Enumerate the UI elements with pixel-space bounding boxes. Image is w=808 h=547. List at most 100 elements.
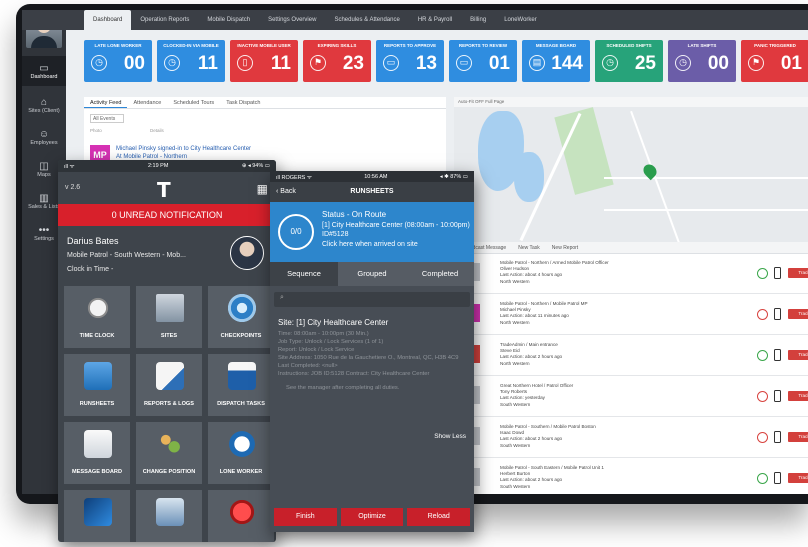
stat-tile-icon: ◷ xyxy=(91,55,107,71)
home-tile[interactable]: REPORTS & LOGS xyxy=(136,354,202,416)
home-tile[interactable]: MESSAGE BOARD xyxy=(64,422,130,484)
stat-tile-label: REPORTS TO REVIEW xyxy=(458,43,508,48)
stat-tile-value: 01 xyxy=(488,53,510,74)
phone-icon[interactable] xyxy=(774,267,781,279)
tab-loneworker[interactable]: LoneWorker xyxy=(495,17,546,23)
track-button[interactable]: Track xyxy=(788,432,808,442)
new-task-button[interactable]: New Task xyxy=(518,245,540,251)
clock-icon[interactable] xyxy=(757,473,768,484)
tab-schedules[interactable]: Schedules & Attendance xyxy=(325,17,408,23)
stat-tile-label: MESSAGE BOARD xyxy=(535,43,577,48)
show-less-link[interactable]: Show Less xyxy=(434,433,466,440)
arrived-link[interactable]: Click here when arrived on site xyxy=(322,241,418,248)
map-panel[interactable]: Auto-Fit OFF Full Page xyxy=(454,97,808,244)
clock-icon[interactable] xyxy=(757,268,768,279)
stat-tile[interactable]: MESSAGE BOARD ▤ 144 xyxy=(522,40,590,82)
table-row[interactable]: Mobile Patrol - Northern / Armed Mobile … xyxy=(454,256,808,294)
stat-tile-value: 25 xyxy=(634,53,656,74)
phone-icon[interactable] xyxy=(774,431,781,443)
home-tile[interactable] xyxy=(136,490,202,542)
unread-notification-banner[interactable]: 0 UNREAD NOTIFICATION xyxy=(58,204,276,226)
tab-task-dispatch[interactable]: Task Dispatch xyxy=(220,97,266,108)
feed-header: Photo Details xyxy=(90,128,164,133)
stat-tile[interactable]: EXPIRING SKILLS ⚑ 23 xyxy=(303,40,371,82)
home-tile[interactable] xyxy=(64,490,130,542)
track-button[interactable]: Track xyxy=(788,309,808,319)
table-row[interactable]: Mobile Patrol - Northern / Mobile Patrol… xyxy=(454,297,808,335)
tab-billing[interactable]: Billing xyxy=(461,17,495,23)
phone-icon[interactable] xyxy=(774,349,781,361)
search-input[interactable]: ⌕ xyxy=(274,292,470,307)
tab-settings-overview[interactable]: Settings Overview xyxy=(259,17,325,23)
stat-tile[interactable]: SCHEDULED SHIFTS ◷ 25 xyxy=(595,40,663,82)
home-tile[interactable]: TIME CLOCK xyxy=(64,286,130,348)
stat-tile-label: LATE LONE WORKER xyxy=(94,43,142,48)
table-row[interactable]: TradeAdmin / Main entrance Steve Eid Last … xyxy=(454,338,808,376)
track-button[interactable]: Track xyxy=(788,268,808,278)
phone-icon[interactable] xyxy=(774,308,781,320)
sidebar-item-dashboard[interactable]: ▭ Dashboard xyxy=(22,56,66,86)
mobile-app-runsheets: ıll ROGERS ᯤ 10:56 AM ◂ ✱ 87% ▭ ‹ Back RUN… xyxy=(270,171,474,532)
table-row[interactable]: Mobile Patrol - Southern / Mobile Patrol… xyxy=(454,420,808,458)
avatar xyxy=(230,236,264,270)
tab-operation-reports[interactable]: Operation Reports xyxy=(131,17,198,23)
tab-scheduled-tours[interactable]: Scheduled Tours xyxy=(167,97,220,108)
tab-hr-payroll[interactable]: HR & Payroll xyxy=(409,17,461,23)
finish-button[interactable]: Finish xyxy=(274,508,337,526)
qr-code-icon[interactable]: ▦ xyxy=(257,182,268,196)
optimize-button[interactable]: Optimize xyxy=(340,508,404,526)
clock-icon[interactable] xyxy=(757,350,768,361)
row-details: Mobile Patrol - Southern / Mobile Patrol… xyxy=(500,424,596,448)
clock-icon[interactable] xyxy=(757,391,768,402)
clock-icon[interactable] xyxy=(757,309,768,320)
home-tile[interactable]: CHECKPOINTS xyxy=(208,286,274,348)
route-status-banner[interactable]: 0/0 Status - On Route [1] City Healthcar… xyxy=(270,202,474,262)
site-details[interactable]: Site: [1] City Healthcare Center Time: 0… xyxy=(278,319,466,392)
home-tile-label: DISPATCH TASKS xyxy=(217,401,265,407)
track-button[interactable]: Track xyxy=(788,350,808,360)
stat-tile[interactable]: INACTIVE MOBILE USER ▯ 11 xyxy=(230,40,298,82)
track-button[interactable]: Track xyxy=(788,473,808,483)
sidebar-item-sites[interactable]: ⌂ Sites (Client) xyxy=(22,90,66,120)
table-row[interactable]: Great Northern Hotel / Patrol Officer Ton… xyxy=(454,379,808,417)
tab-attendance[interactable]: Attendance xyxy=(127,97,167,108)
stat-tile[interactable]: REPORTS TO REVIEW ▭ 01 xyxy=(449,40,517,82)
stat-tile-value: 144 xyxy=(551,53,583,74)
map-toolbar[interactable]: Auto-Fit OFF Full Page xyxy=(454,97,808,107)
stat-tile-value: 23 xyxy=(342,53,364,74)
reload-button[interactable]: Reload xyxy=(407,508,471,526)
feed-item-title[interactable]: Michael Pinsky signed-in to City Healthc… xyxy=(116,145,251,153)
employee-list-panel: Broadcast Message New Task New Report Mo… xyxy=(454,242,808,494)
home-tile[interactable]: DISPATCH TASKS xyxy=(208,354,274,416)
home-tile-label: SITES xyxy=(160,333,178,339)
stat-tile[interactable]: CLOCKED-IN VIA MOBILE ◷ 11 xyxy=(157,40,225,82)
home-tile[interactable]: LONE WORKER xyxy=(208,422,274,484)
table-row[interactable]: Mobile Patrol - South Eastern / Mobile P… xyxy=(454,461,808,494)
tab-mobile-dispatch[interactable]: Mobile Dispatch xyxy=(198,17,259,23)
phone-icon[interactable] xyxy=(774,390,781,402)
event-filter-select[interactable]: All Events xyxy=(90,114,124,123)
stat-tile[interactable]: LATE SHIFTS ◷ 00 xyxy=(668,40,736,82)
tab-grouped[interactable]: Grouped xyxy=(338,262,406,286)
home-tile[interactable]: CHANGE POSITION xyxy=(136,422,202,484)
stat-tile[interactable]: REPORTS TO APPROVE ▭ 13 xyxy=(376,40,444,82)
home-tile[interactable]: SITES xyxy=(136,286,202,348)
phone-icon[interactable] xyxy=(774,472,781,484)
tab-sequence[interactable]: Sequence xyxy=(270,262,338,286)
panic-button-icon xyxy=(228,498,256,526)
tab-completed[interactable]: Completed xyxy=(406,262,474,286)
badge-icon xyxy=(156,498,184,526)
tab-activity-feed[interactable]: Activity Feed xyxy=(84,97,128,108)
status-title: Status - On Route xyxy=(322,210,387,219)
row-details: Mobile Patrol - South Eastern / Mobile P… xyxy=(500,465,604,489)
stat-tile[interactable]: PANIC TRIGGERED ⚑ 01 xyxy=(741,40,808,82)
home-tile[interactable]: RUNSHEETS xyxy=(64,354,130,416)
tab-dashboard[interactable]: Dashboard xyxy=(84,10,132,30)
stat-tile[interactable]: LATE LONE WORKER ◷ 00 xyxy=(84,40,152,82)
home-tile[interactable] xyxy=(208,490,274,542)
new-report-button[interactable]: New Report xyxy=(552,245,578,251)
clock-icon[interactable] xyxy=(757,432,768,443)
sidebar-item-employees[interactable]: ☺ Employees xyxy=(22,122,66,152)
track-button[interactable]: Track xyxy=(788,391,808,401)
stat-tile-label: EXPIRING SKILLS xyxy=(317,43,357,48)
